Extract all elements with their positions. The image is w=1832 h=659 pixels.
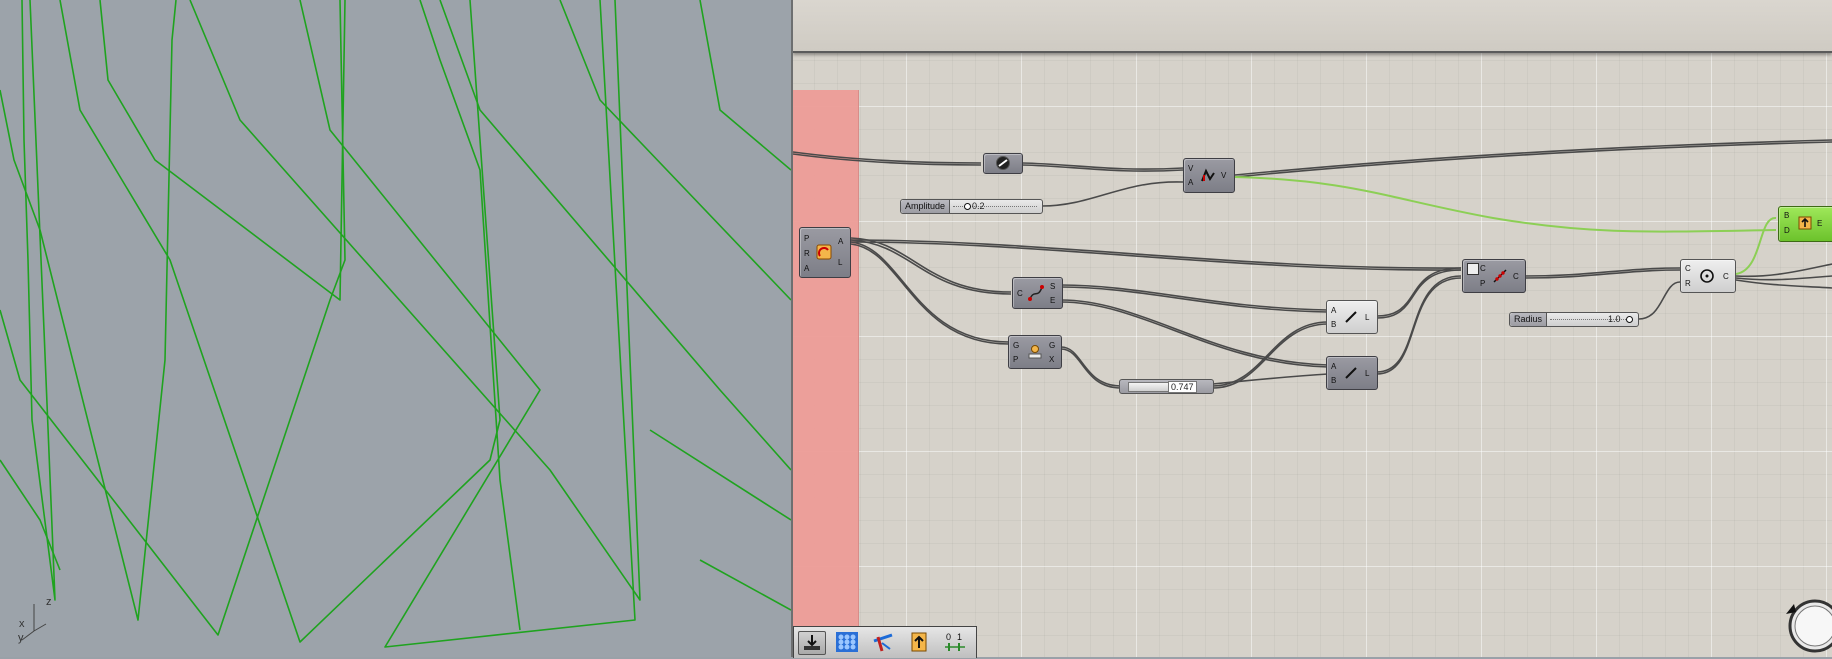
- divide-input-c[interactable]: C: [1480, 264, 1486, 273]
- extrude-button[interactable]: [906, 631, 932, 653]
- circle-output-c[interactable]: C: [1723, 272, 1729, 281]
- rhino-viewport[interactable]: z x y: [0, 0, 791, 657]
- line2-input-a[interactable]: A: [1331, 362, 1336, 371]
- curve-6: [189, 0, 641, 601]
- param-slider[interactable]: 0.747: [1119, 379, 1214, 394]
- arc-input-p[interactable]: P: [804, 234, 809, 243]
- grasshopper-canvas[interactable]: P R A A L V A V Amplitude 0.2 C S E G P …: [793, 0, 1832, 657]
- divide-output-c[interactable]: C: [1513, 272, 1519, 281]
- bottom-toolbar: 0 1: [793, 626, 977, 658]
- extrude-icon: [911, 632, 927, 652]
- svg-text:0: 0: [946, 632, 951, 642]
- amplitude-slider-label: Amplitude: [901, 200, 951, 213]
- curve-1: [21, 0, 56, 601]
- amplitude-slider-value: 0.2: [972, 201, 985, 211]
- arc-input-a[interactable]: A: [804, 264, 809, 273]
- extrude-output-e[interactable]: E: [1817, 219, 1822, 228]
- radius-slider-value: 1.0: [1608, 314, 1621, 324]
- deconstruct-component[interactable]: G P G X: [1008, 335, 1062, 369]
- curve-14: [699, 559, 791, 611]
- amplitude-slider[interactable]: Amplitude 0.2: [900, 199, 1043, 214]
- arc-input-r[interactable]: R: [804, 249, 810, 258]
- circle-icon: [1700, 269, 1714, 283]
- extrude-icon: [1798, 216, 1812, 230]
- unit-vector-component[interactable]: [983, 153, 1023, 174]
- amplitude-icon: [1201, 168, 1215, 182]
- bake-button[interactable]: [798, 631, 826, 655]
- curve-10: [99, 0, 346, 301]
- amplitude-slider-knob[interactable]: [964, 203, 971, 210]
- param-slider-value: 0.747: [1168, 381, 1197, 393]
- curve-11: [419, 0, 521, 631]
- arc-output-l[interactable]: L: [838, 258, 842, 267]
- amplitude-input-v[interactable]: V: [1188, 164, 1193, 173]
- divide-curve-component[interactable]: C P C: [1462, 259, 1526, 293]
- deconstruct-output-x[interactable]: X: [1049, 355, 1054, 364]
- mesh-button[interactable]: [834, 631, 860, 653]
- endpoints-output-s[interactable]: S: [1050, 282, 1055, 291]
- arc-output-a[interactable]: A: [838, 237, 843, 246]
- canvas-navigation-widget[interactable]: [1778, 590, 1832, 657]
- line-component-2[interactable]: A B L: [1326, 356, 1378, 390]
- line2-input-b[interactable]: B: [1331, 376, 1336, 385]
- graph-button[interactable]: [870, 631, 896, 653]
- deconstruct-icon: [1028, 345, 1042, 359]
- curve-9: [699, 0, 791, 171]
- arc-component[interactable]: P R A A L: [799, 227, 851, 278]
- numbers-button[interactable]: 0 1: [942, 631, 968, 653]
- divide-curve-icon: [1493, 269, 1507, 283]
- line-icon: [1345, 311, 1357, 323]
- divide-input-p[interactable]: P: [1480, 279, 1485, 288]
- circle-input-r[interactable]: R: [1685, 279, 1691, 288]
- curve-endpoints-component[interactable]: C S E: [1012, 277, 1063, 309]
- endpoints-input-c[interactable]: C: [1017, 289, 1023, 298]
- axis-z-label: z: [46, 596, 52, 608]
- line1-output-l[interactable]: L: [1365, 313, 1369, 322]
- axis-gizmo: z x y: [14, 596, 54, 646]
- svg-text:1: 1: [957, 632, 962, 642]
- line1-input-a[interactable]: A: [1331, 306, 1336, 315]
- extrude-component[interactable]: B D E: [1778, 206, 1832, 242]
- axis-y-label: y: [18, 632, 24, 644]
- amplitude-component[interactable]: V A V: [1183, 158, 1235, 193]
- numbers-icon: 0 1: [945, 632, 965, 651]
- line-icon: [1345, 367, 1357, 379]
- arc-icon: [816, 244, 832, 260]
- curve-13: [649, 429, 791, 521]
- unit-vector-icon: [996, 156, 1010, 170]
- deconstruct-input-p[interactable]: P: [1013, 355, 1018, 364]
- circle-input-c[interactable]: C: [1685, 264, 1691, 273]
- curve-2: [0, 0, 177, 621]
- amplitude-input-a[interactable]: A: [1188, 178, 1193, 187]
- radius-slider-knob[interactable]: [1626, 316, 1633, 323]
- extrude-input-d[interactable]: D: [1784, 226, 1790, 235]
- circle-component[interactable]: C R C: [1680, 259, 1736, 293]
- axis-x-label: x: [19, 618, 25, 630]
- curve-endpoints-icon: [1028, 285, 1044, 301]
- wires: [793, 139, 1832, 389]
- endpoints-output-e[interactable]: E: [1050, 296, 1055, 305]
- bake-icon: [804, 635, 820, 650]
- graph-icon: [873, 633, 893, 652]
- mesh-icon: [836, 632, 858, 652]
- line-component-1[interactable]: A B L: [1326, 300, 1378, 334]
- amplitude-output-v[interactable]: V: [1221, 171, 1226, 180]
- deconstruct-output-g[interactable]: G: [1049, 341, 1055, 350]
- curve-7: [439, 0, 791, 471]
- extrude-input-b[interactable]: B: [1784, 211, 1789, 220]
- line2-output-l[interactable]: L: [1365, 369, 1369, 378]
- curve-4: [59, 0, 501, 643]
- curve-5: [299, 0, 636, 648]
- deconstruct-input-g[interactable]: G: [1013, 341, 1019, 350]
- line1-input-b[interactable]: B: [1331, 320, 1336, 329]
- radius-slider-label: Radius: [1510, 313, 1548, 326]
- curve-8: [559, 0, 791, 301]
- viewport-curves: [0, 0, 791, 648]
- radius-slider[interactable]: Radius 1.0: [1509, 312, 1639, 327]
- graft-flag-icon: [1467, 263, 1479, 275]
